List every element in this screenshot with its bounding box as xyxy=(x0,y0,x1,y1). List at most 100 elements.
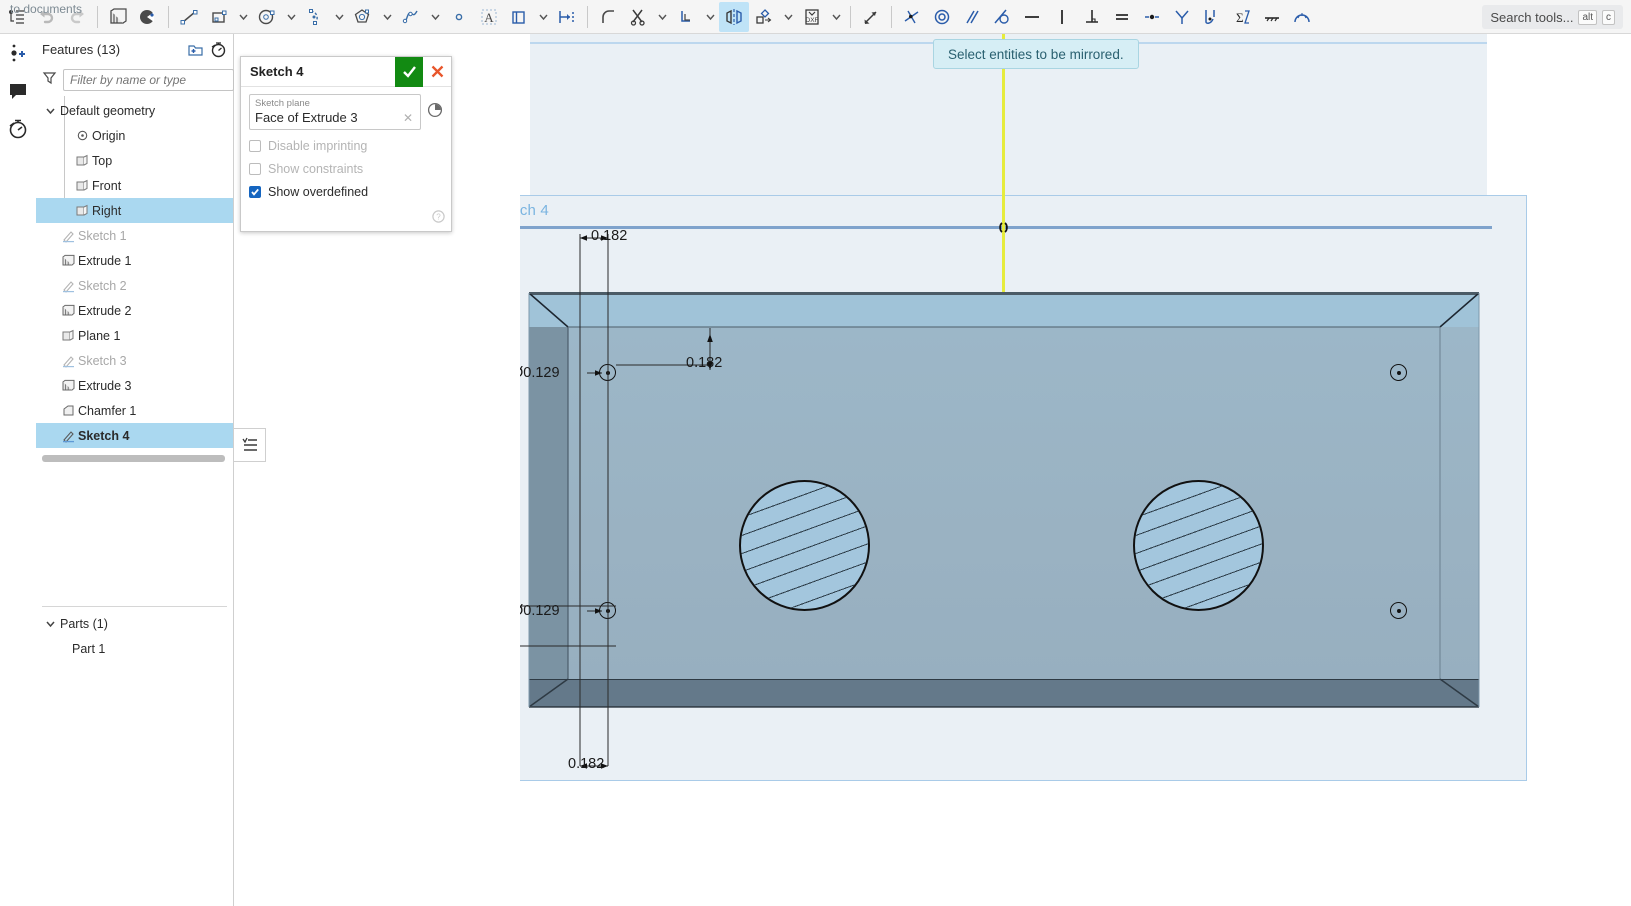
rollback-icon[interactable] xyxy=(427,94,443,123)
history-icon[interactable] xyxy=(0,110,36,148)
hole-small-top-right[interactable] xyxy=(1390,364,1407,381)
sketch-plane-field[interactable]: Sketch plane Face of Extrude 3 ✕ xyxy=(249,94,421,130)
tree-item-default-geometry[interactable]: Default geometry xyxy=(36,98,233,123)
parallel-constraint-icon[interactable] xyxy=(957,2,987,32)
tangent-constraint-icon[interactable] xyxy=(987,2,1017,32)
part-front-face[interactable] xyxy=(568,327,1479,679)
polygon-tool-icon[interactable] xyxy=(348,2,378,32)
redo-icon[interactable] xyxy=(62,2,92,32)
curvature-constraint-icon[interactable] xyxy=(1197,2,1227,32)
dim-hole-offset-text[interactable]: 0.182 xyxy=(686,355,722,371)
tree-item-right[interactable]: Right xyxy=(36,198,233,223)
tree-item-sketch-4[interactable]: Sketch 4 xyxy=(36,423,233,448)
offset-tool-icon[interactable] xyxy=(671,2,701,32)
new-folder-icon[interactable] xyxy=(187,41,204,58)
fix-constraint-icon[interactable] xyxy=(1257,2,1287,32)
sketch-view-icon[interactable] xyxy=(133,2,163,32)
help-icon[interactable]: ? xyxy=(432,210,445,228)
hole-small-top-left[interactable] xyxy=(599,364,616,381)
fillet-tool-icon[interactable] xyxy=(593,2,623,32)
filter-input[interactable] xyxy=(63,69,234,91)
offset-dropdown-caret[interactable] xyxy=(701,2,719,32)
trim-dropdown-caret[interactable] xyxy=(653,2,671,32)
tree-item-extrude-3[interactable]: Extrude 3 xyxy=(36,373,233,398)
tree-item-extrude-2[interactable]: Extrude 2 xyxy=(36,298,233,323)
spline-dropdown-caret[interactable] xyxy=(426,2,444,32)
disable-imprinting-checkbox[interactable]: Disable imprinting xyxy=(249,139,443,153)
transform-tool-icon[interactable] xyxy=(856,2,886,32)
coincident-constraint-icon[interactable] xyxy=(897,2,927,32)
sketch-name-label[interactable]: Sketch 4 xyxy=(520,202,549,219)
text-tool-icon[interactable]: A xyxy=(474,2,504,32)
polygon-dropdown-caret[interactable] xyxy=(378,2,396,32)
mirror-tool-icon[interactable] xyxy=(719,1,749,32)
horizontal-constraint-icon[interactable] xyxy=(1017,2,1047,32)
hole-right-large[interactable] xyxy=(1133,480,1264,611)
construction-dropdown-caret[interactable] xyxy=(534,2,552,32)
rollback-history-icon[interactable] xyxy=(210,41,227,58)
circle-tool-icon[interactable] xyxy=(252,2,282,32)
graphics-canvas[interactable]: Sketch 4 xyxy=(520,34,1631,906)
tree-item-top[interactable]: Top xyxy=(36,148,233,173)
filter-icon[interactable] xyxy=(42,70,57,90)
tree-item-sketch-3[interactable]: Sketch 3 xyxy=(36,348,233,373)
dxf-import-icon[interactable]: DXF xyxy=(797,2,827,32)
symmetric-constraint-icon[interactable] xyxy=(1167,2,1197,32)
tree-item-front[interactable]: Front xyxy=(36,173,233,198)
hole-small-bottom-left[interactable] xyxy=(599,602,616,619)
point-tool-icon[interactable] xyxy=(444,2,474,32)
tree-item-sketch-1[interactable]: Sketch 1 xyxy=(36,223,233,248)
tree-item-chamfer-1[interactable]: Chamfer 1 xyxy=(36,398,233,423)
insert-feature-icon[interactable] xyxy=(0,34,36,72)
pattern-tool-icon[interactable] xyxy=(749,2,779,32)
dxf-dropdown-caret[interactable] xyxy=(827,2,845,32)
undo-icon[interactable] xyxy=(32,2,62,32)
rollback-bar[interactable] xyxy=(42,455,225,462)
perpendicular-constraint-icon[interactable] xyxy=(1077,2,1107,32)
normal-constraint-icon[interactable]: Σ xyxy=(1227,2,1257,32)
line-tool-icon[interactable] xyxy=(174,2,204,32)
dim-hole-dia-top-text[interactable]: Ø0.129 xyxy=(520,365,560,381)
show-overdefined-checkbox[interactable]: Show overdefined xyxy=(249,185,443,199)
dim-bottom-width-text[interactable]: 0.182 xyxy=(568,756,604,772)
part-bottom-face[interactable] xyxy=(529,679,1479,707)
dimension-tool-icon[interactable] xyxy=(552,2,582,32)
midpoint-constraint-icon[interactable] xyxy=(1137,2,1167,32)
dim-top-width-text[interactable]: 0.182 xyxy=(591,228,627,244)
accept-button[interactable] xyxy=(395,56,423,87)
part-item-part-1[interactable]: Part 1 xyxy=(36,636,233,661)
hole-small-bottom-right[interactable] xyxy=(1390,602,1407,619)
pattern-dropdown-caret[interactable] xyxy=(779,2,797,32)
construction-tool-icon[interactable] xyxy=(504,2,534,32)
concentric-constraint-icon[interactable] xyxy=(927,2,957,32)
parts-header[interactable]: Parts (1) xyxy=(36,611,233,636)
arc-tool-icon[interactable] xyxy=(300,2,330,32)
clear-x-icon[interactable]: ✕ xyxy=(401,111,415,125)
centerline-midpoint-marker[interactable] xyxy=(997,221,1010,234)
trim-tool-icon[interactable] xyxy=(623,2,653,32)
rectangle-dropdown-caret[interactable] xyxy=(234,2,252,32)
chevron-down-icon[interactable] xyxy=(40,105,60,116)
rectangle-tool-icon[interactable] xyxy=(204,2,234,32)
arc-dropdown-caret[interactable] xyxy=(330,2,348,32)
circle-dropdown-caret[interactable] xyxy=(282,2,300,32)
vertical-constraint-icon[interactable] xyxy=(1047,2,1077,32)
equal-constraint-icon[interactable] xyxy=(1107,2,1137,32)
comment-icon[interactable] xyxy=(0,72,36,110)
show-constraints-checkbox[interactable]: Show constraints xyxy=(249,162,443,176)
spline-tool-icon[interactable] xyxy=(396,2,426,32)
dim-hole-dia-bottom-text[interactable]: Ø0.129 xyxy=(520,603,560,619)
search-tools-input[interactable]: Search tools... alt c xyxy=(1482,5,1623,29)
construction-mode-icon[interactable] xyxy=(1287,2,1317,32)
list-panel-icon[interactable] xyxy=(234,428,266,462)
tree-item-extrude-1[interactable]: Extrude 1 xyxy=(36,248,233,273)
tree-item-origin[interactable]: Origin xyxy=(36,123,233,148)
part-top-chamfer-face[interactable] xyxy=(529,293,1479,327)
feature-list-icon[interactable] xyxy=(2,2,32,32)
hole-left-large[interactable] xyxy=(739,480,870,611)
new-sketch-icon[interactable] xyxy=(103,2,133,32)
tree-item-plane-1[interactable]: Plane 1 xyxy=(36,323,233,348)
cancel-button[interactable] xyxy=(423,57,451,87)
chevron-down-icon[interactable] xyxy=(40,618,60,629)
tree-item-sketch-2[interactable]: Sketch 2 xyxy=(36,273,233,298)
